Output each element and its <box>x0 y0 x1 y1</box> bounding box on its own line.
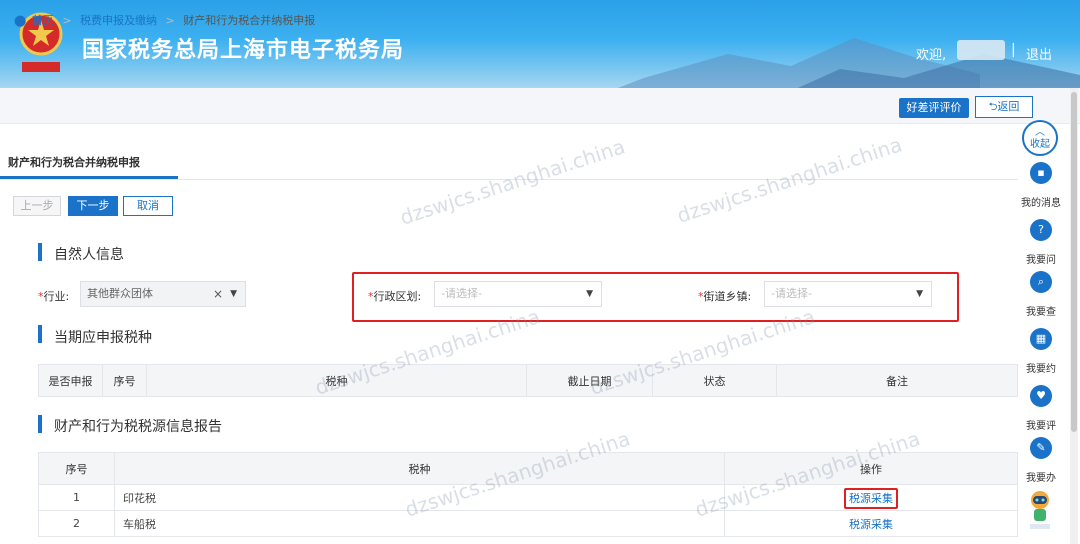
sidebar-item-messages[interactable]: ▪ 我的消息 <box>1019 162 1063 209</box>
chevron-down-icon: ▼ <box>586 289 593 299</box>
collect-source-link[interactable]: 税源采集 <box>844 487 898 509</box>
street-select[interactable]: -请选择- ▼ <box>764 281 932 307</box>
industry-value: 其他群众团体 <box>87 287 153 300</box>
region-select[interactable]: -请选择- ▼ <box>434 281 602 307</box>
breadcrumb-current: 财产和行为税合并纳税申报 <box>183 14 316 27</box>
message-icon: ▪ <box>1030 162 1052 184</box>
assistant-robot-icon[interactable] <box>1027 488 1053 532</box>
clear-icon[interactable]: × <box>213 282 223 306</box>
section-marker <box>38 243 42 261</box>
location-pin-icon: ⬤ <box>14 14 27 27</box>
column-header: 截止日期 <box>526 364 653 397</box>
tab-divider <box>0 179 1018 180</box>
section-marker <box>38 325 42 343</box>
street-placeholder: -请选择- <box>771 287 812 300</box>
column-header: 备注 <box>776 364 1018 397</box>
prev-step-button[interactable]: 上一步 <box>13 196 61 216</box>
watermark: dzswjcs.shanghai.china <box>674 132 905 228</box>
tab-property-tax-filing[interactable]: 财产和行为税合并纳税申报 <box>8 154 140 170</box>
street-label: *街道乡镇: <box>698 290 752 303</box>
calendar-icon: ▦ <box>1030 328 1052 350</box>
back-label: 返回 <box>997 100 1020 113</box>
breadcrumb-arrow-icon: > <box>62 14 72 27</box>
table-row: 2 车船税 税源采集 <box>38 510 1018 537</box>
tax-type: 车船税 <box>114 510 725 537</box>
industry-label: *行业: <box>38 290 70 303</box>
action-cell: 税源采集 <box>724 484 1018 511</box>
sidebar-item-query[interactable]: ⌕ 我要查 <box>1019 271 1063 318</box>
collapse-label: 收起 <box>1030 139 1050 150</box>
cancel-button[interactable]: 取消 <box>123 196 173 216</box>
sidebar-item-review[interactable]: ♥ 我要评 <box>1019 385 1063 432</box>
scrollbar-thumb[interactable] <box>1071 92 1077 432</box>
back-button[interactable]: ⮌返回 <box>975 96 1033 118</box>
breadcrumb: ⬤ 首页 > 税费申报及缴纳 > 财产和行为税合并纳税申报 <box>14 12 315 28</box>
table-row: 1 印花税 税源采集 <box>38 484 1018 511</box>
username-redacted <box>957 40 1005 60</box>
header-separator: | <box>1011 42 1016 58</box>
section-title-tax-source: 财产和行为税税源信息报告 <box>54 419 222 435</box>
industry-select[interactable]: 其他群众团体 × ▼ <box>80 281 246 307</box>
column-header: 操作 <box>724 452 1018 485</box>
region-label: *行政区划: <box>368 290 422 303</box>
logout-link[interactable]: 退出 <box>1026 44 1052 63</box>
review-icon: ♥ <box>1030 385 1052 407</box>
section-title-tax-due: 当期应申报税种 <box>54 330 152 346</box>
edit-icon: ✎ <box>1030 437 1052 459</box>
column-header: 序号 <box>38 452 115 485</box>
column-header: 序号 <box>102 364 147 397</box>
chevron-down-icon: ▼ <box>916 289 923 299</box>
row-number: 1 <box>38 484 115 511</box>
region-placeholder: -请选择- <box>441 287 482 300</box>
tax-due-table: 是否申报 序号 税种 截止日期 状态 备注 <box>38 364 1018 397</box>
column-header: 税种 <box>114 452 725 485</box>
section-marker <box>38 415 42 433</box>
row-number: 2 <box>38 510 115 537</box>
rate-button[interactable]: 好差评评价 <box>899 98 969 118</box>
collect-source-link[interactable]: 税源采集 <box>849 518 893 531</box>
breadcrumb-arrow-icon: > <box>165 14 175 27</box>
tax-source-table: 序号 税种 操作 1 印花税 税源采集 2 车船税 税源采集 <box>38 452 1018 537</box>
tax-type: 印花税 <box>114 484 725 511</box>
search-icon: ⌕ <box>1030 271 1052 293</box>
chevron-down-icon: ▼ <box>230 289 237 299</box>
sidebar-item-handle[interactable]: ✎ 我要办 <box>1019 437 1063 484</box>
section-title-person-info: 自然人信息 <box>54 247 124 263</box>
sidebar-item-appointment[interactable]: ▦ 我要约 <box>1019 328 1063 375</box>
column-header: 状态 <box>652 364 777 397</box>
breadcrumb-home[interactable]: 首页 <box>32 14 54 27</box>
column-header: 是否申报 <box>38 364 103 397</box>
next-step-button[interactable]: 下一步 <box>68 196 118 216</box>
question-icon: ? <box>1030 219 1052 241</box>
chevron-up-icon: ︿ <box>1035 127 1045 138</box>
column-header: 税种 <box>146 364 527 397</box>
welcome-text: 欢迎, <box>916 48 947 63</box>
watermark: dzswjcs.shanghai.china <box>397 134 628 230</box>
action-cell: 税源采集 <box>724 510 1018 537</box>
site-title: 国家税务总局上海市电子税务局 <box>82 38 405 63</box>
table-header-row: 是否申报 序号 税种 截止日期 状态 备注 <box>38 364 1018 397</box>
breadcrumb-tax-filing[interactable]: 税费申报及缴纳 <box>80 14 157 27</box>
table-header-row: 序号 税种 操作 <box>38 452 1018 485</box>
collapse-button[interactable]: ︿ 收起 <box>1022 120 1058 156</box>
sidebar-item-ask[interactable]: ? 我要问 <box>1019 219 1063 266</box>
